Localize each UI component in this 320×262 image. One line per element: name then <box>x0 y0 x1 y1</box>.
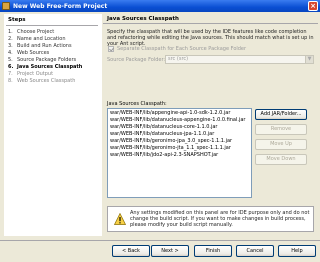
steps-pane: Steps 1. Choose Project 2. Name and Locati… <box>4 14 102 236</box>
list-item[interactable]: war/WEB-INF/lib/datanucleus-core-1.1.0.j… <box>108 124 251 131</box>
step-list: 1. Choose Project 2. Name and Location 3. B… <box>8 29 82 85</box>
list-item[interactable]: war/WEB-INF/lib/geronimo-jta_1.1_spec-1.… <box>108 145 251 152</box>
close-button[interactable]: × <box>308 1 318 11</box>
source-folder-value: src (src) <box>168 56 189 62</box>
step-item: 2. Name and Location <box>8 36 66 42</box>
list-item[interactable]: war/WEB-INF/lib/jdo2-api-2.3-SNAPSHOT.ja… <box>108 152 251 159</box>
step-item: 1. Choose Project <box>8 29 55 35</box>
classpath-list[interactable]: war/WEB-INF/lib/appengine-api-1.0-sdk-1.… <box>107 108 252 198</box>
title-bar: New Web Free-Form Project × <box>0 0 320 12</box>
list-item[interactable]: war/WEB-INF/lib/datanucleus-jpa-1.1.0.ja… <box>108 131 251 138</box>
remove-button[interactable]: Remove <box>255 124 307 135</box>
chevron-down-icon: ▼ <box>305 56 313 63</box>
separate-classpath-label: Separate Classpath for Each Source Packa… <box>117 46 247 52</box>
separate-classpath-checkbox[interactable]: Separate Classpath for Each Source Packa… <box>108 46 246 52</box>
back-button[interactable]: < Back <box>112 245 150 257</box>
steps-heading: Steps <box>8 17 26 23</box>
source-folder-label: Source Package Folder: <box>107 57 166 63</box>
finish-button[interactable]: Finish <box>194 245 232 257</box>
step-item-current: 6. Java Sources Classpath <box>8 64 83 70</box>
move-down-button[interactable]: Move Down <box>255 154 307 165</box>
source-folder-select[interactable]: src (src) ▼ <box>165 55 314 64</box>
step-item: 3. Build and Run Actions <box>8 43 72 49</box>
warning-icon <box>114 213 126 225</box>
classpath-label: Java Sources Classpath: <box>107 101 167 107</box>
app-icon <box>2 2 10 10</box>
step-item: 5. Source Package Folders <box>8 57 77 63</box>
content-pane: Java Sources Classpath Specify the class… <box>103 14 318 236</box>
list-item[interactable]: war/WEB-INF/lib/datanucleus-appengine-1.… <box>108 117 251 124</box>
footer-divider <box>0 240 320 241</box>
window-title: New Web Free-Form Project <box>13 2 108 10</box>
add-jar-folder-button[interactable]: Add JAR/Folder... <box>255 109 307 120</box>
move-up-button[interactable]: Move Up <box>255 139 307 150</box>
step-item: 4. Web Sources <box>8 50 50 56</box>
panel-description: Specify the classpath that will be used … <box>107 29 314 47</box>
checkbox-checked-icon <box>108 46 114 52</box>
list-item[interactable]: war/WEB-INF/lib/appengine-api-1.0-sdk-1.… <box>108 110 251 117</box>
help-button[interactable]: Help <box>278 245 316 257</box>
cancel-button[interactable]: Cancel <box>236 245 274 257</box>
panel-heading: Java Sources Classpath <box>103 14 318 24</box>
step-item: 8. Web Sources Classpath <box>8 78 76 84</box>
next-button[interactable]: Next > <box>151 245 189 257</box>
warning-box: Any settings modified on this panel are … <box>107 206 314 232</box>
warning-text: Any settings modified on this panel are … <box>130 210 310 228</box>
steps-divider <box>6 25 98 26</box>
list-item[interactable]: war/WEB-INF/lib/geronimo-jpa_3.0_spec-1.… <box>108 138 251 145</box>
step-item: 7. Project Output <box>8 71 54 77</box>
